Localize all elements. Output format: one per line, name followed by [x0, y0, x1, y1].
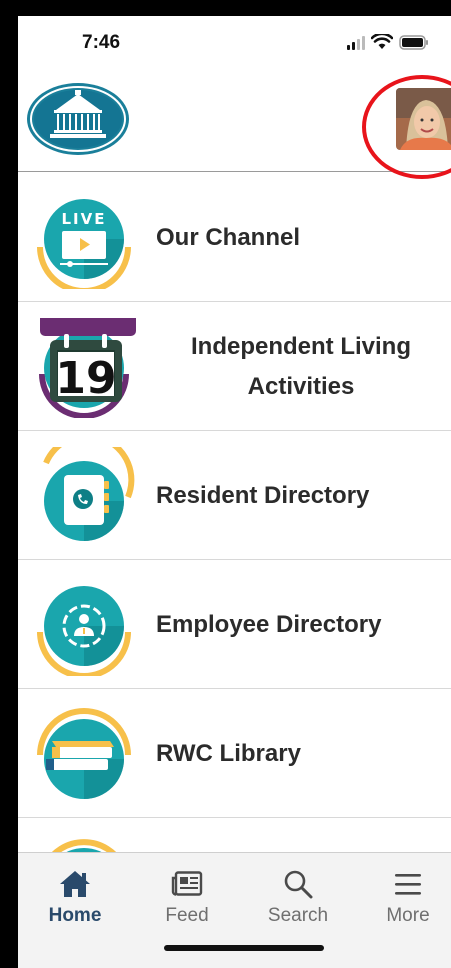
tab-label: Search — [267, 905, 329, 926]
tab-label: Home — [48, 905, 102, 926]
tab-feed[interactable]: Feed — [142, 867, 232, 927]
phone-book-icon — [43, 447, 135, 541]
menu-item-label: Employee Directory — [156, 610, 382, 638]
tab-search[interactable]: Search — [253, 867, 343, 927]
menu-item-rwc-library[interactable]: RWC Library — [18, 689, 451, 818]
signal-icon — [347, 36, 365, 50]
tab-home[interactable]: Home — [30, 867, 120, 927]
tab-label: Feed — [165, 905, 209, 926]
battery-icon — [399, 35, 428, 50]
menu-item-independent-living-activities[interactable]: 19 Independent Living Activities — [18, 302, 451, 431]
live-badge: LIVE — [62, 210, 107, 228]
search-icon — [284, 870, 313, 899]
tab-more[interactable]: More — [363, 867, 451, 927]
home-icon — [60, 871, 90, 897]
menu-item-label: Independent Living Activities — [191, 332, 411, 400]
newspaper-icon — [171, 871, 203, 896]
home-indicator — [164, 945, 324, 951]
phone-screen: 7:46 LIVE Our Channel 19 Independent Liv… — [18, 16, 451, 968]
bottom-tab-bar: Home Feed Search More — [18, 852, 451, 968]
gazebo-logo-icon[interactable] — [26, 82, 130, 156]
wifi-icon — [371, 34, 393, 49]
status-time: 7:46 — [82, 32, 121, 53]
calendar-day: 19 — [55, 353, 116, 404]
menu-item-label: Resident Directory — [156, 481, 370, 509]
menu-item-resident-directory[interactable]: Resident Directory — [18, 431, 451, 560]
menu-item-label: Our Channel — [156, 223, 301, 251]
status-icons — [347, 34, 429, 50]
books-icon — [37, 708, 131, 799]
menu-icon — [395, 874, 421, 895]
live-video-icon: LIVE — [37, 199, 131, 289]
menu-list: LIVE Our Channel 19 Independent Living A — [18, 173, 451, 947]
menu-item-label: RWC Library — [156, 739, 301, 767]
employee-badge-icon — [37, 586, 131, 676]
tab-label: More — [386, 905, 430, 926]
highlight-circle — [362, 75, 451, 179]
app-header — [18, 68, 451, 179]
menu-item-our-channel[interactable]: LIVE Our Channel — [18, 173, 451, 302]
calendar-icon: 19 — [39, 318, 136, 418]
status-bar: 7:46 — [18, 16, 451, 68]
menu-item-employee-directory[interactable]: Employee Directory — [18, 560, 451, 689]
